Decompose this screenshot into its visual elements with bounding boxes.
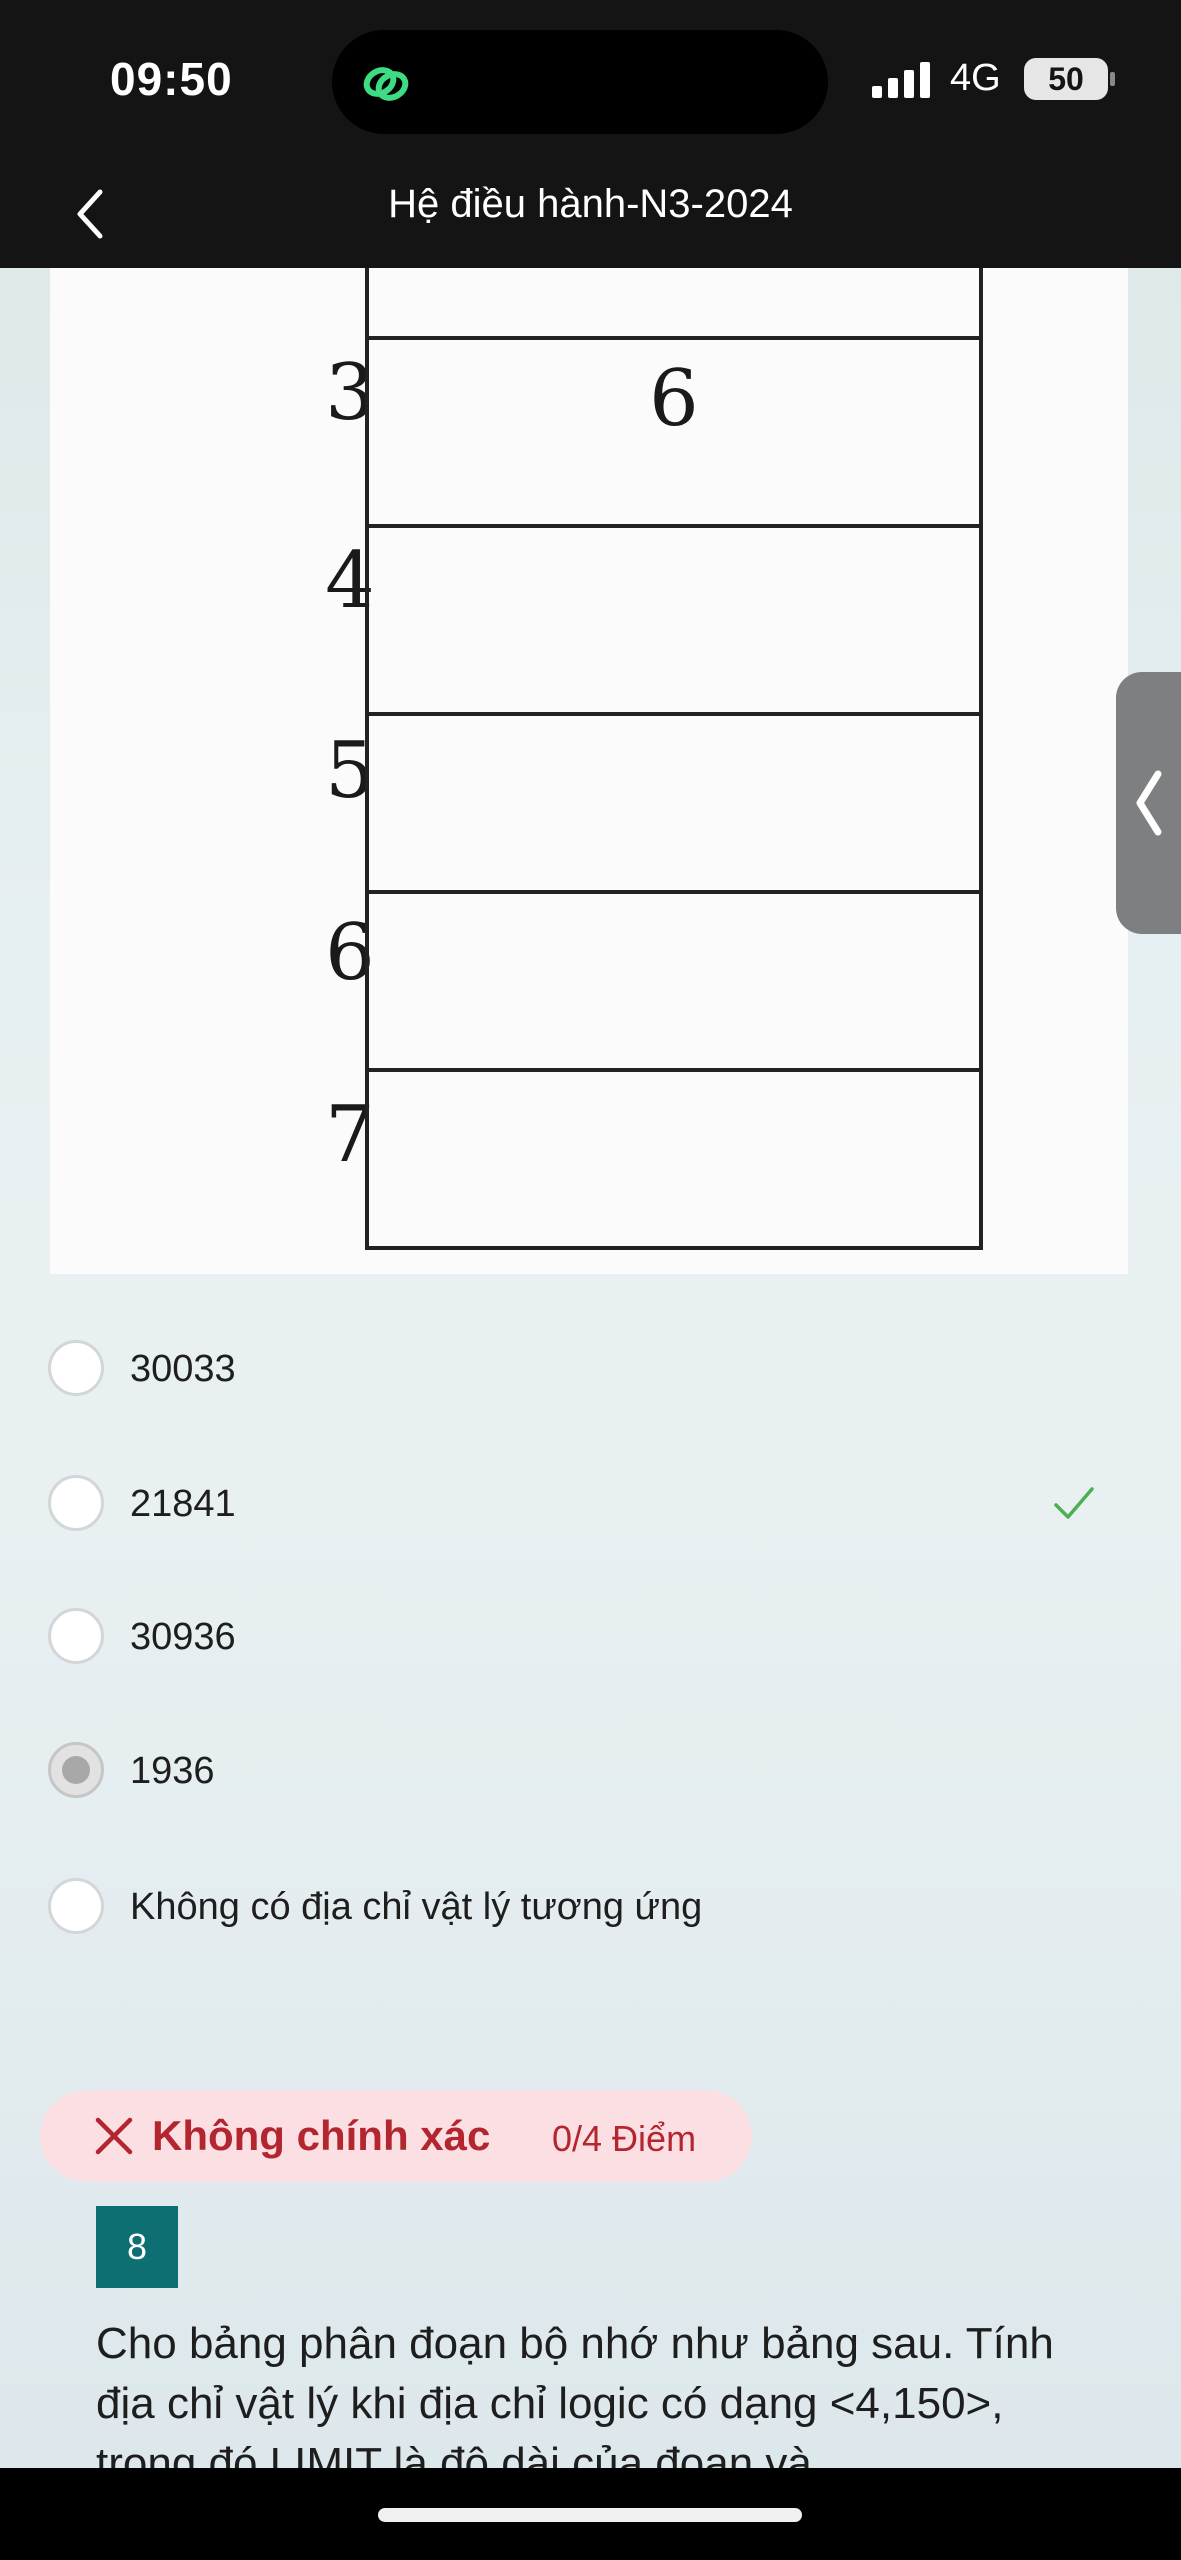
question-text: Cho bảng phân đoạn bộ nhớ như bảng sau. … — [96, 2319, 1054, 2468]
battery-icon: 50 — [1024, 58, 1108, 100]
table-cell-top — [365, 268, 983, 340]
answer-option-selected[interactable]: 1936 — [44, 1730, 1124, 1810]
battery-tip — [1110, 72, 1115, 86]
segment-value: 6 — [649, 354, 699, 444]
check-icon — [1054, 1487, 1094, 1519]
radio-button[interactable] — [48, 1608, 104, 1664]
radio-button-selected[interactable] — [48, 1742, 104, 1798]
result-score: 0/4 Điểm — [552, 2118, 697, 2159]
option-label: Không có địa chỉ vật lý tương ứng — [130, 1886, 703, 1928]
network-type: 4G — [950, 57, 1001, 99]
chevron-left-icon — [77, 189, 103, 239]
page-title: Hệ điều hành-N3-2024 — [388, 182, 793, 226]
result-badge: Không chính xác 0/4 Điểm — [40, 2090, 752, 2182]
radio-button[interactable] — [48, 1475, 104, 1531]
answer-option[interactable]: 30936 — [44, 1596, 1124, 1676]
answer-option[interactable]: 30033 — [44, 1328, 1124, 1408]
option-label: 30936 — [130, 1616, 236, 1658]
status-bar: 09:50 4G 50 — [0, 0, 1181, 160]
quiz-content: 3 6 4 5 6 7 30033 21841 30936 1936 Không… — [0, 268, 1181, 2468]
question-number-badge: 8 — [96, 2206, 178, 2288]
chain-link-icon — [363, 67, 409, 101]
segment-cell — [365, 1068, 983, 1250]
nav-bar: Hệ điều hành-N3-2024 — [0, 160, 1181, 268]
drawer-toggle-button[interactable] — [1116, 672, 1181, 934]
option-label: 30033 — [130, 1348, 236, 1390]
chevron-left-icon — [1136, 770, 1162, 836]
dynamic-island — [332, 30, 828, 134]
segment-table-image: 3 6 4 5 6 7 — [50, 268, 1128, 1274]
segment-cell — [365, 524, 983, 716]
close-icon — [95, 2117, 133, 2155]
segment-cell: 6 — [365, 336, 983, 528]
back-button[interactable] — [50, 178, 130, 250]
result-status: Không chính xác — [152, 2112, 491, 2159]
radio-button[interactable] — [48, 1878, 104, 1934]
segment-cell — [365, 890, 983, 1072]
option-label: 1936 — [130, 1750, 215, 1792]
option-label: 21841 — [130, 1483, 236, 1525]
segment-cell — [365, 712, 983, 894]
home-indicator[interactable] — [378, 2508, 802, 2522]
answer-option[interactable]: Không có địa chỉ vật lý tương ứng — [44, 1866, 1124, 1946]
signal-icon — [872, 62, 930, 98]
answer-option[interactable]: 21841 — [44, 1463, 1124, 1543]
status-time: 09:50 — [110, 53, 233, 105]
bottom-bar — [0, 2468, 1181, 2560]
screen: 09:50 4G 50 Hệ điều hành-N3-2024 3 6 4 5… — [0, 0, 1181, 2560]
radio-button[interactable] — [48, 1340, 104, 1396]
